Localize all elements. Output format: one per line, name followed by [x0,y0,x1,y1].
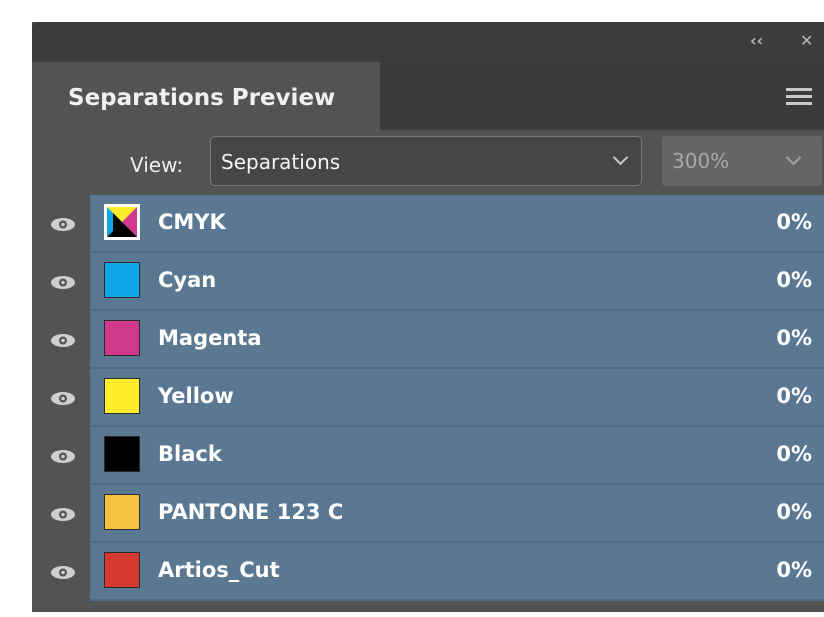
separation-row-cmyk[interactable]: CMYK 0% [32,195,824,253]
visibility-toggle[interactable] [32,427,90,484]
row-body[interactable]: Artios_Cut 0% [90,543,824,601]
separation-name: Yellow [158,384,234,408]
chevron-down-icon [612,149,629,166]
separation-row-cyan[interactable]: Cyan 0% [32,253,824,311]
separation-percent: 0% [776,268,812,292]
separation-percent: 0% [776,384,812,408]
close-icon[interactable]: ✕ [800,31,813,51]
eye-icon [51,450,75,463]
separation-row-yellow[interactable]: Yellow 0% [32,369,824,427]
visibility-toggle[interactable] [32,311,90,368]
separation-row-magenta[interactable]: Magenta 0% [32,311,824,369]
separation-name: Cyan [158,268,217,292]
separation-name: Magenta [158,326,262,350]
separation-name: PANTONE 123 C [158,500,344,524]
cmyk-swatch-icon [104,204,140,240]
separation-row-pantone-123-c[interactable]: PANTONE 123 C 0% [32,485,824,543]
tab-label: Separations Preview [68,85,336,111]
panel-title-bar[interactable]: ‹‹ ✕ [32,22,824,62]
zoom-select[interactable]: 300% [662,136,822,186]
view-select[interactable]: Separations [210,136,642,186]
visibility-toggle[interactable] [32,543,90,600]
row-body[interactable]: Magenta 0% [90,311,824,369]
view-select-value: Separations [221,150,341,174]
separation-row-artios-cut[interactable]: Artios_Cut 0% [32,543,824,601]
separation-name: CMYK [158,210,226,234]
separation-percent: 0% [776,500,812,524]
zoom-value: 300% [672,149,730,173]
separation-row-black[interactable]: Black 0% [32,427,824,485]
row-body[interactable]: CMYK 0% [90,195,824,253]
color-swatch [104,494,140,530]
color-swatch [104,262,140,298]
view-row: View: Separations 300% [32,130,824,194]
color-swatch [104,552,140,588]
view-label: View: [130,153,184,177]
row-body[interactable]: PANTONE 123 C 0% [90,485,824,543]
separation-name: Artios_Cut [158,558,280,582]
eye-icon [51,218,75,231]
collapse-icon[interactable]: ‹‹ [750,31,763,51]
eye-icon [51,508,75,521]
separation-percent: 0% [776,326,812,350]
chevron-down-icon [785,149,802,166]
separation-name: Black [158,442,222,466]
eye-icon [51,566,75,579]
separations-preview-panel: ‹‹ ✕ Separations Preview View: Separatio… [32,22,824,612]
eye-icon [51,334,75,347]
row-body[interactable]: Cyan 0% [90,253,824,311]
visibility-toggle[interactable] [32,369,90,426]
row-body[interactable]: Black 0% [90,427,824,485]
separation-percent: 0% [776,442,812,466]
color-swatch [104,320,140,356]
color-swatch [104,436,140,472]
color-swatch [104,378,140,414]
visibility-toggle[interactable] [32,195,90,252]
separation-percent: 0% [776,210,812,234]
separation-percent: 0% [776,558,812,582]
eye-icon [51,392,75,405]
eye-icon [51,276,75,289]
hamburger-menu-icon[interactable] [786,88,812,109]
visibility-toggle[interactable] [32,253,90,310]
row-body[interactable]: Yellow 0% [90,369,824,427]
visibility-toggle[interactable] [32,485,90,542]
